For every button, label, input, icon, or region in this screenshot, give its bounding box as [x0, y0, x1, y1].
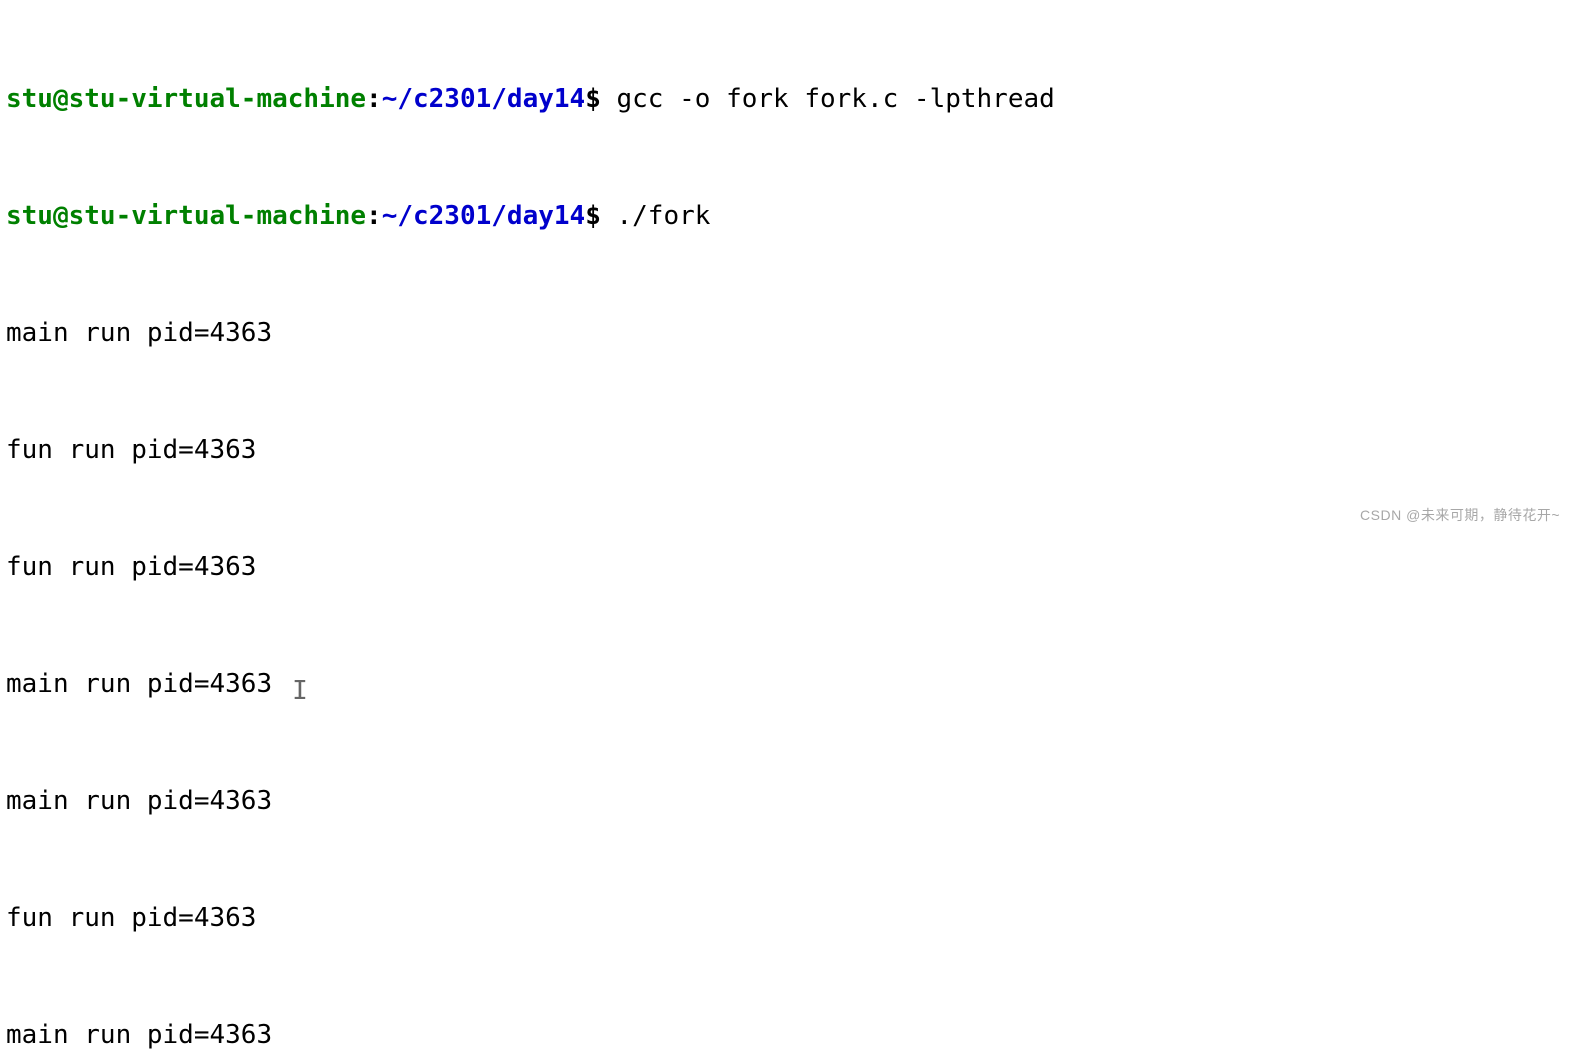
prompt-user-host: stu@stu-virtual-machine [6, 201, 366, 231]
output-line: main run pid=4363 [6, 314, 1564, 353]
prompt-path: ~/c2301/day14 [382, 201, 586, 231]
prompt-dollar: $ [585, 84, 601, 114]
prompt-line-2: stu@stu-virtual-machine:~/c2301/day14$ .… [6, 197, 1564, 236]
terminal[interactable]: stu@stu-virtual-machine:~/c2301/day14$ g… [6, 2, 1564, 1064]
output-line: main run pid=4363 [6, 1016, 1564, 1055]
command-1: gcc -o fork fork.c -lpthread [617, 84, 1055, 114]
output-line: main run pid=4363 [6, 782, 1564, 821]
text-cursor-icon: I [292, 672, 293, 698]
output-line: main run pid=4363I [6, 665, 1564, 704]
output-line: fun run pid=4363 [6, 431, 1564, 470]
prompt-colon: : [366, 201, 382, 231]
output-line: fun run pid=4363 [6, 899, 1564, 938]
prompt-colon: : [366, 84, 382, 114]
prompt-line-1: stu@stu-virtual-machine:~/c2301/day14$ g… [6, 80, 1564, 119]
prompt-path: ~/c2301/day14 [382, 84, 586, 114]
command-2: ./fork [617, 201, 711, 231]
prompt-dollar: $ [585, 201, 601, 231]
prompt-user-host: stu@stu-virtual-machine [6, 84, 366, 114]
watermark-text: CSDN @未来可期，静待花开~ [1360, 505, 1560, 526]
output-line: fun run pid=4363 [6, 548, 1564, 587]
